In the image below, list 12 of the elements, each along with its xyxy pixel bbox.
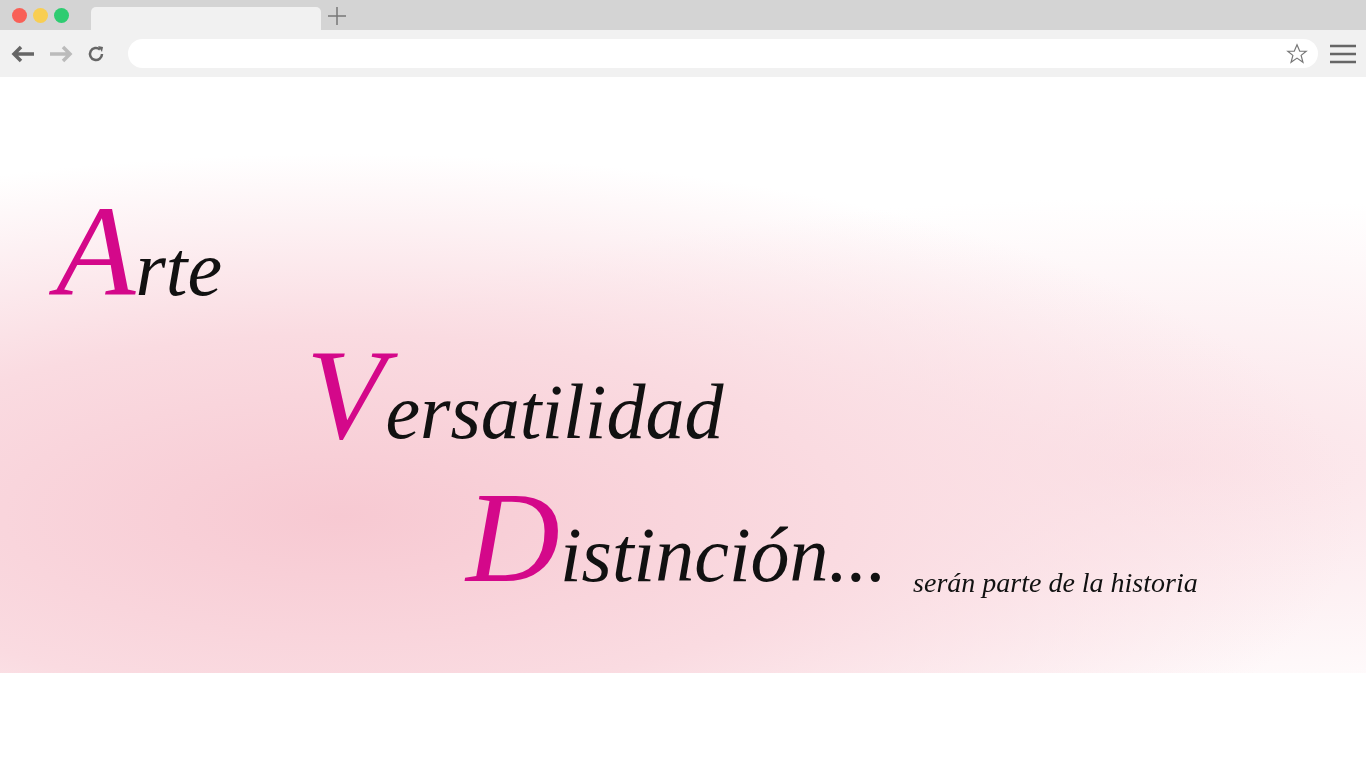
- star-icon[interactable]: [1286, 42, 1308, 65]
- script-heading: Arte: [50, 180, 229, 323]
- script-heading: Distinción...: [463, 466, 889, 609]
- tagline: serán parte de la historia: [913, 567, 1198, 599]
- forward-icon[interactable]: [48, 43, 74, 64]
- menu-icon[interactable]: [1330, 43, 1356, 64]
- new-tab-icon[interactable]: [327, 6, 347, 26]
- back-icon[interactable]: [10, 43, 36, 64]
- maximize-window-button[interactable]: [54, 8, 69, 23]
- reload-icon[interactable]: [86, 43, 106, 64]
- close-window-button[interactable]: [12, 8, 27, 23]
- script-heading: Versatilidad: [305, 323, 725, 466]
